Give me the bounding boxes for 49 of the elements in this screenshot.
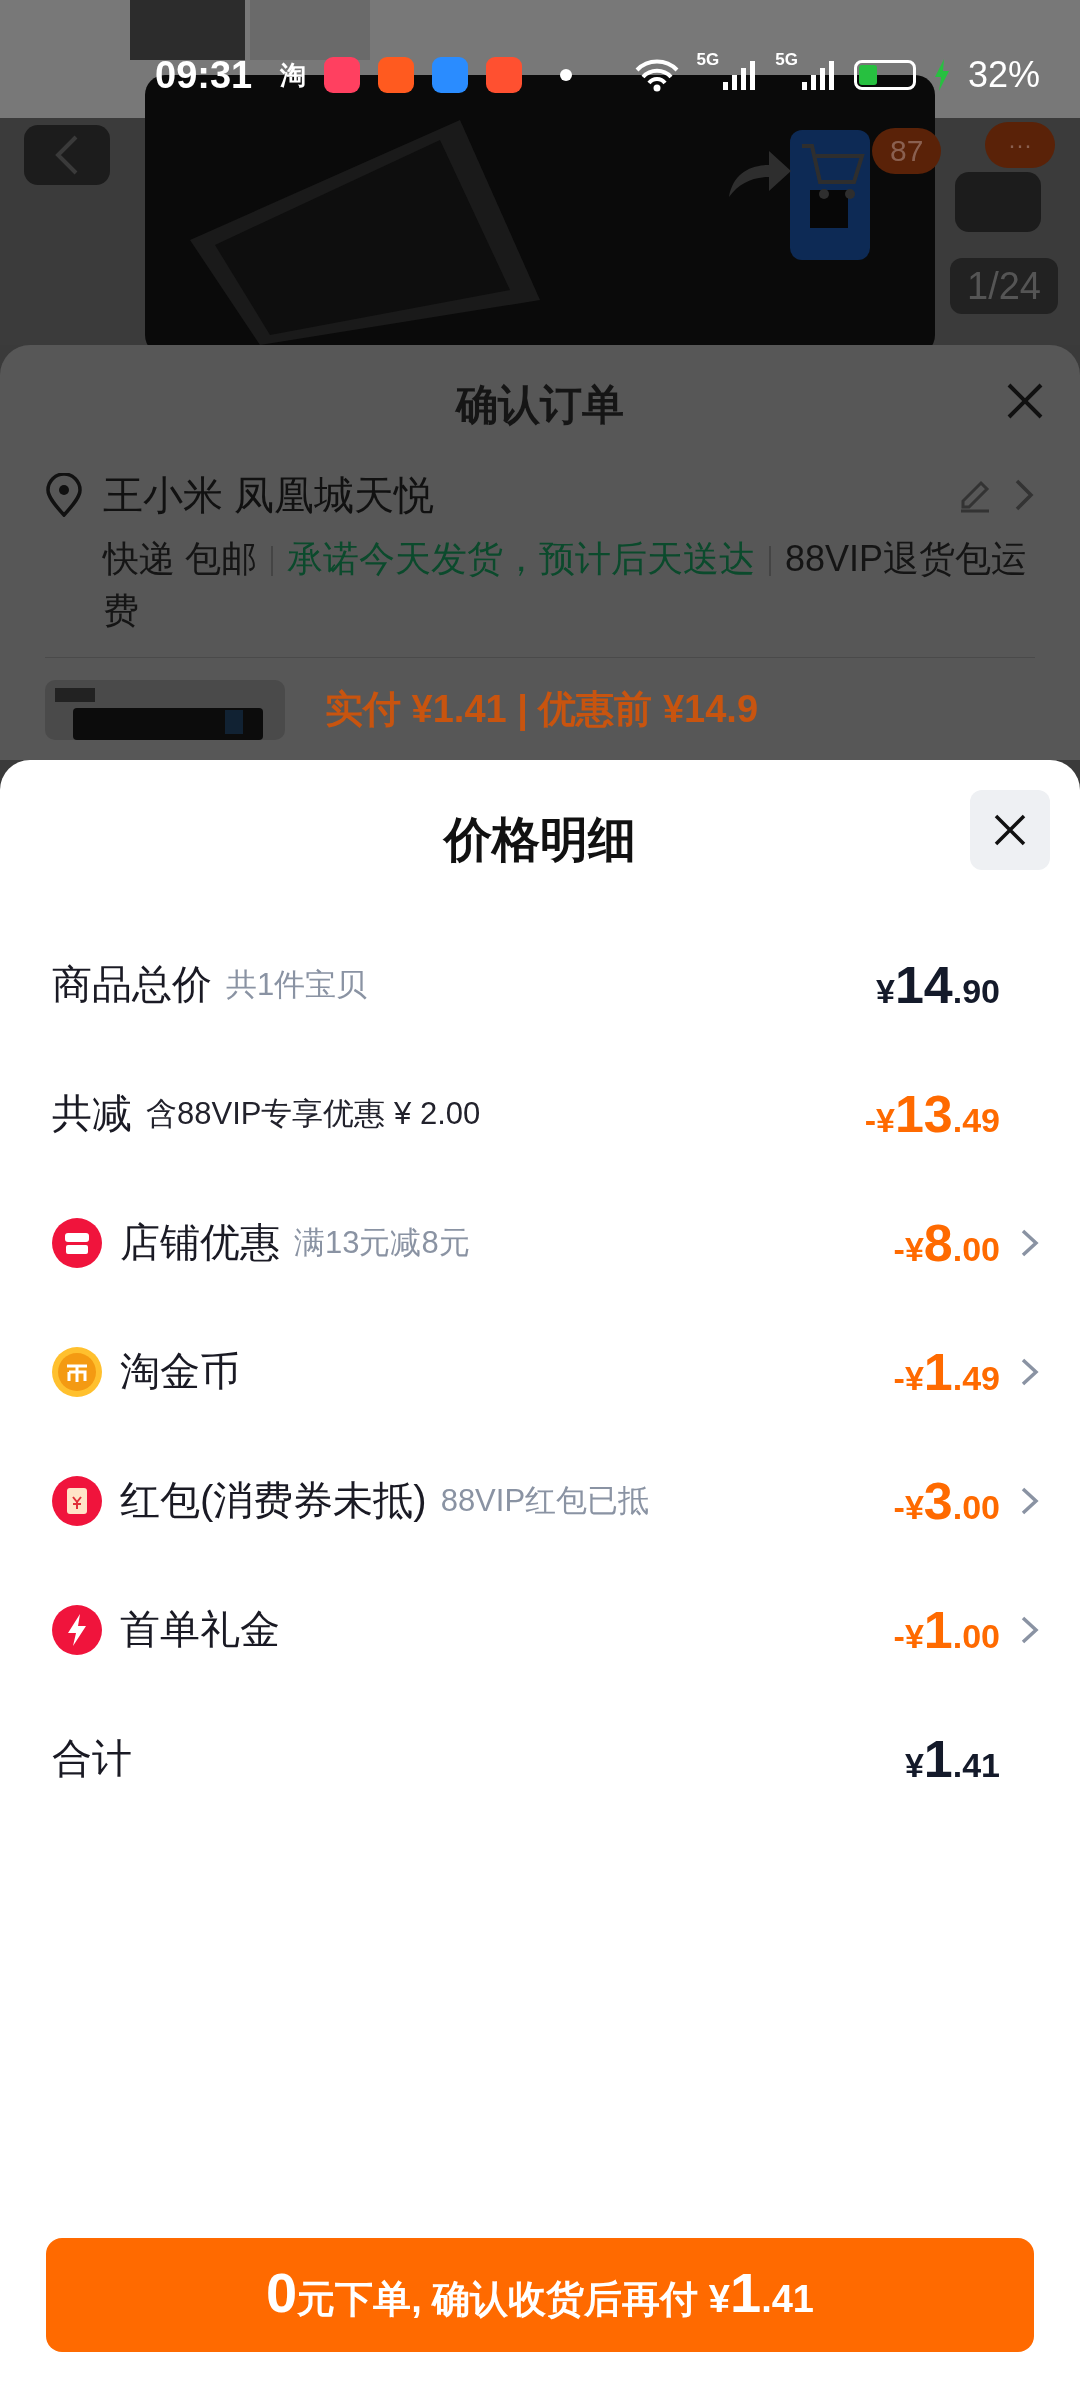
price-amount: -¥13.49 xyxy=(864,1083,1000,1144)
price-note: 满13元减8元 xyxy=(294,1223,470,1262)
price-label: 共减 xyxy=(52,1090,132,1137)
app-icon xyxy=(432,57,469,93)
more-button[interactable] xyxy=(955,172,1041,232)
battery-percent: 32% xyxy=(967,54,1040,96)
network-label: 5G xyxy=(696,50,720,70)
signal-icon xyxy=(723,60,758,90)
price-amount: -¥1.00 xyxy=(893,1599,1000,1660)
app-icon xyxy=(486,57,523,93)
envelope-icon xyxy=(52,1475,102,1526)
price-amount: -¥8.00 xyxy=(893,1212,1000,1273)
payment-summary: 实付 ¥1.41 | 优惠前 ¥14.9 xyxy=(325,687,759,733)
charging-icon xyxy=(933,59,950,91)
wifi-icon xyxy=(634,58,679,92)
price-amount: -¥1.49 xyxy=(893,1341,1000,1402)
sheet-title: 价格明细 xyxy=(444,812,636,868)
delivery-info: 快递 包邮 承诺今天发货，预计后天送达 88VIP退货包运费 xyxy=(101,537,1029,633)
price-label: 店铺优惠 xyxy=(120,1219,280,1266)
price-amount: ¥1.41 xyxy=(904,1728,1000,1789)
signal-icon xyxy=(801,60,836,90)
close-icon xyxy=(993,813,1027,847)
battery-icon xyxy=(853,60,916,90)
network-label: 5G xyxy=(775,50,798,70)
location-pin-icon xyxy=(45,473,83,517)
coin-icon xyxy=(52,1346,102,1397)
price-amount: ¥14.90 xyxy=(875,954,1000,1015)
back-button[interactable] xyxy=(24,125,110,185)
recipient-address[interactable]: 王小米 凤凰城天悦 xyxy=(103,467,937,523)
price-note: 含88VIP专享优惠 ¥ 2.00 xyxy=(146,1094,481,1133)
bolt-icon xyxy=(52,1604,102,1655)
price-amount: -¥3.00 xyxy=(893,1470,1000,1531)
close-button[interactable] xyxy=(970,790,1050,870)
price-note: 88VIP红包已抵 xyxy=(440,1481,650,1520)
app-notification: 淘 xyxy=(280,58,307,92)
app-icon xyxy=(378,57,415,93)
price-label: 淘金币 xyxy=(120,1348,240,1395)
shop-icon xyxy=(52,1217,102,1268)
price-label: 红包(消费券未抵) xyxy=(120,1477,427,1524)
close-icon[interactable] xyxy=(1005,381,1045,421)
submit-order-button[interactable]: 0元下单, 确认收货后再付 ¥1.41 xyxy=(46,2238,1034,2352)
chevron-icon xyxy=(1013,477,1035,513)
order-title: 确认订单 xyxy=(456,380,624,430)
price-label: 合计 xyxy=(52,1735,132,1782)
app-icon xyxy=(324,57,361,93)
status-time: 09:31 xyxy=(155,53,253,97)
price-label: 商品总价 xyxy=(52,961,212,1008)
price-label: 首单礼金 xyxy=(120,1606,280,1653)
price-note: 共1件宝贝 xyxy=(226,965,368,1004)
